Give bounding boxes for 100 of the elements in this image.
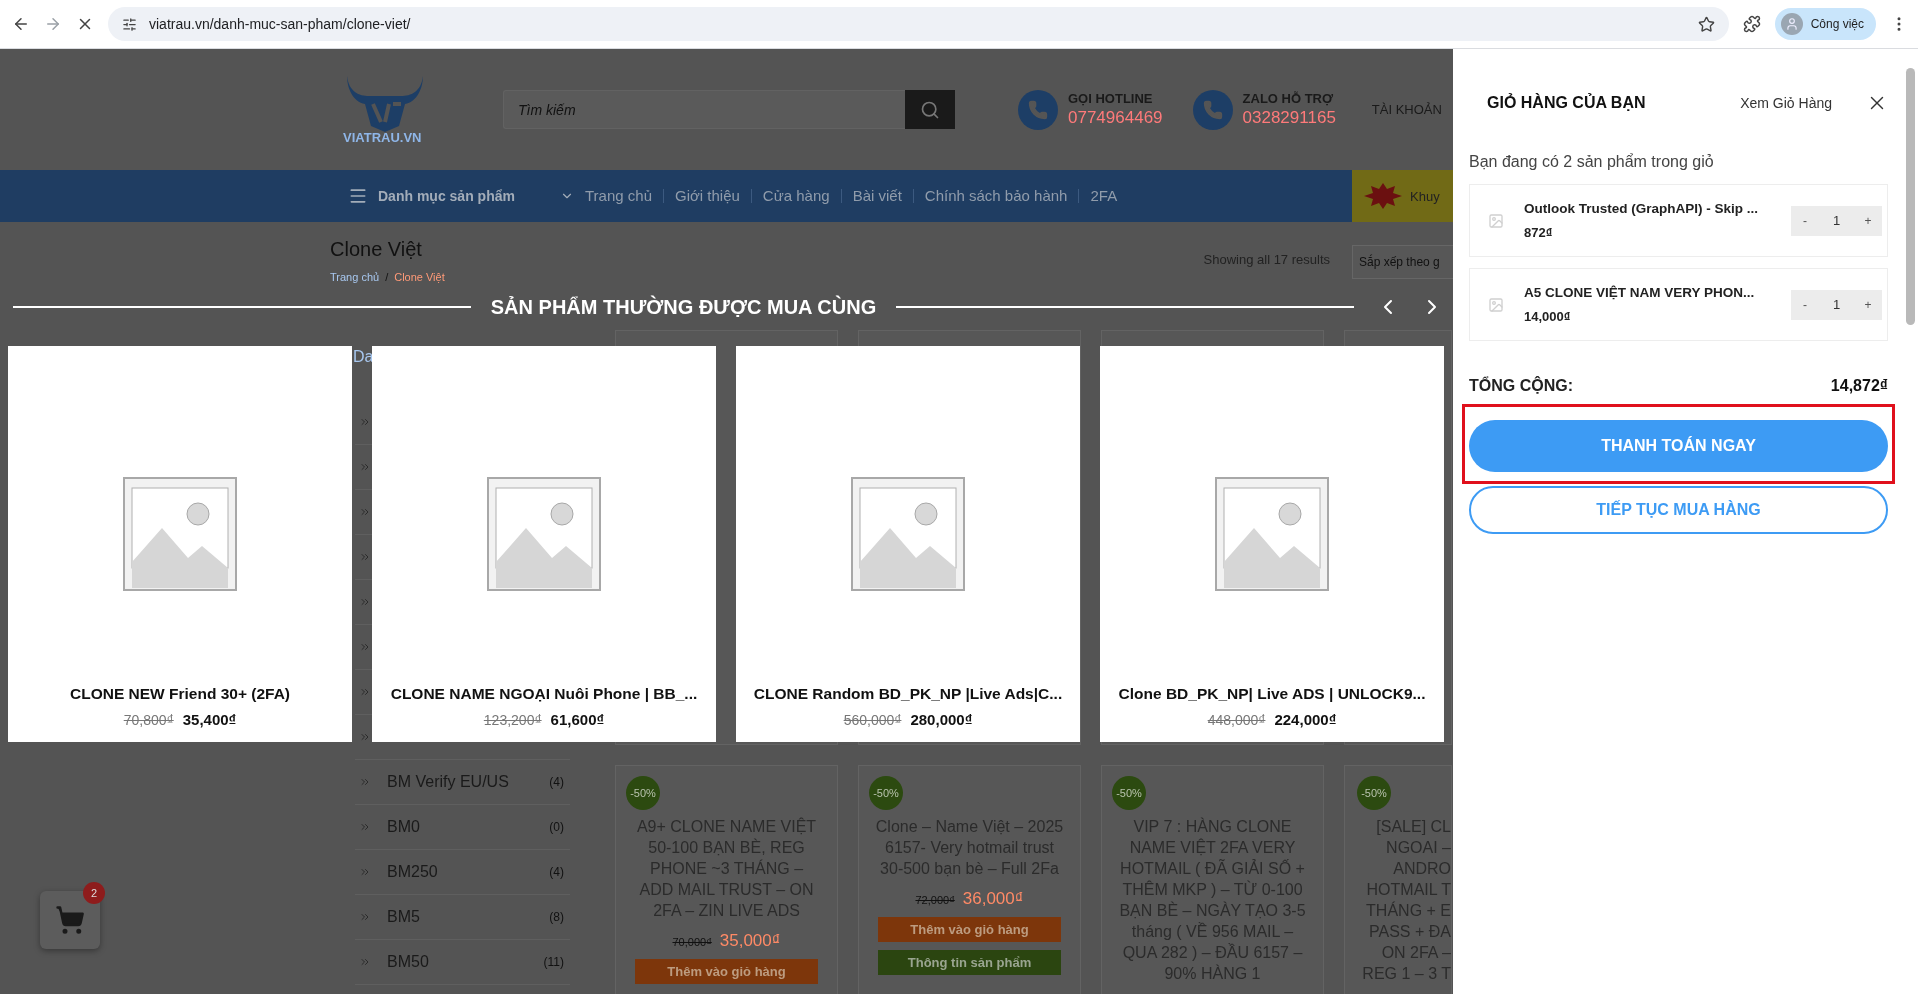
- promo-text: Khuy: [1410, 188, 1440, 204]
- related-products-title: SẢN PHẨM THƯỜNG ĐƯỢC MUA CÙNG: [490, 295, 877, 319]
- category-link[interactable]: BM250: [387, 863, 534, 881]
- add-to-cart-button[interactable]: Thêm vào giỏ hàng: [635, 959, 818, 984]
- scrollbar-thumb[interactable]: [1906, 68, 1915, 325]
- contact-number: 0774964469: [1068, 108, 1163, 128]
- extensions-icon[interactable]: [1742, 15, 1761, 33]
- nav-link[interactable]: Chính sách bảo hành: [912, 189, 1079, 203]
- category-count: (4): [549, 865, 565, 879]
- url-text: viatrau.vn/danh-muc-san-pham/clone-viet/: [149, 16, 412, 32]
- category-link[interactable]: BM Verify EU/US: [387, 773, 534, 791]
- sale-price: 36,000₫: [962, 889, 1024, 909]
- category-link[interactable]: BM50: [387, 953, 528, 971]
- nav-link[interactable]: Bài viết: [840, 189, 913, 203]
- nav-link[interactable]: Cửa hàng: [750, 189, 841, 203]
- double-chevron-icon: [359, 956, 371, 968]
- double-chevron-icon: [359, 686, 371, 698]
- checkout-button[interactable]: THANH TOÁN NGAY: [1469, 420, 1888, 472]
- quantity-value: 1: [1832, 213, 1841, 228]
- category-link[interactable]: BM5: [387, 908, 534, 926]
- phone-icon: [1018, 89, 1058, 130]
- continue-shopping-button[interactable]: TIẾP TỤC MUA HÀNG: [1469, 486, 1888, 534]
- profile-button[interactable]: Công việc: [1774, 8, 1876, 40]
- category-count: (0): [549, 820, 565, 834]
- product-name[interactable]: Clone BD_PK_NP| Live ADS | UNLOCK9...: [1118, 685, 1426, 703]
- product-name[interactable]: CLONE Random BD_PK_NP |Live Ads|C...: [753, 685, 1063, 703]
- image-placeholder-icon: [122, 475, 238, 592]
- cart-item-name: A5 CLONE VIỆT NAM VERY PHON...: [1524, 285, 1756, 300]
- old-price: 70,800₫: [123, 712, 174, 728]
- related-product-card[interactable]: CLONE NAME NGOẠI Nuôi Phone | BB_... 123,200₫ 61,600₫: [372, 346, 716, 742]
- breadcrumb-link[interactable]: Clone Việt: [394, 271, 445, 283]
- sale-price: 280,000₫: [910, 711, 973, 728]
- nav-link[interactable]: Trang chủ: [574, 189, 663, 203]
- cart-item-price: 872₫: [1524, 225, 1554, 240]
- image-placeholder-icon: [1488, 296, 1504, 313]
- add-to-cart-button[interactable]: Thêm vào giỏ hàng: [878, 917, 1061, 942]
- search-field[interactable]: Tìm kiếm: [503, 90, 905, 129]
- image-placeholder-icon: [486, 475, 602, 592]
- old-price: 448,000₫: [1207, 712, 1266, 728]
- image-placeholder-icon: [850, 475, 966, 592]
- page-title: Clone Việt: [330, 238, 423, 261]
- floating-cart-button[interactable]: [40, 891, 100, 949]
- double-chevron-icon: [359, 866, 371, 878]
- quantity-value: 1: [1832, 297, 1841, 312]
- view-cart-link[interactable]: Xem Giỏ Hàng: [1740, 95, 1832, 111]
- double-chevron-icon: [359, 506, 371, 518]
- related-product-card[interactable]: Clone BD_PK_NP| Live ADS | UNLOCK9... 448,000₫ 224,000₫: [1100, 346, 1444, 742]
- cart-item-name: Outlook Trusted (GraphAPI) - Skip ...: [1524, 201, 1759, 216]
- contact-label: ZALO HỖ TRỢ: [1242, 91, 1335, 106]
- nav-link[interactable]: 2FA: [1078, 189, 1129, 203]
- total-value: 14,872₫: [1830, 377, 1888, 395]
- account-link[interactable]: TÀI KHOẢN: [1371, 102, 1442, 117]
- decrement-button[interactable]: -: [1791, 289, 1819, 320]
- related-product-card[interactable]: CLONE NEW Friend 30+ (2FA) 70,800₫ 35,400₫: [8, 346, 352, 742]
- category-count: (8): [549, 910, 565, 924]
- bookmark-star-icon[interactable]: [1697, 15, 1715, 33]
- product-name[interactable]: CLONE NAME NGOẠI Nuôi Phone | BB_...: [390, 685, 698, 703]
- double-chevron-icon: [359, 596, 371, 608]
- category-menu[interactable]: Danh mục sản phẩm: [378, 188, 550, 204]
- site-settings-icon[interactable]: [122, 16, 137, 32]
- cart-count-badge: 2: [83, 882, 105, 904]
- promo-banner[interactable]: Khuy: [1352, 170, 1453, 222]
- forward-icon[interactable]: [44, 15, 62, 33]
- search-button[interactable]: [905, 90, 955, 129]
- sale-price: 61,600₫: [550, 711, 605, 728]
- old-price: 72,000₫: [915, 894, 955, 906]
- cart-title: GIỎ HÀNG CỦA BẠN: [1487, 94, 1647, 112]
- nav-link[interactable]: Giới thiệu: [663, 189, 751, 203]
- sort-dropdown[interactable]: Sắp xếp theo g: [1352, 245, 1453, 279]
- avatar-icon: [1780, 13, 1803, 35]
- image-placeholder-icon: [1488, 212, 1504, 229]
- old-price: 123,200₫: [483, 712, 542, 728]
- double-chevron-icon: [359, 641, 371, 653]
- increment-button[interactable]: +: [1854, 289, 1882, 320]
- double-chevron-icon: [359, 416, 371, 428]
- increment-button[interactable]: +: [1854, 205, 1882, 236]
- double-chevron-icon: [359, 461, 371, 473]
- search-icon: [920, 99, 940, 120]
- total-label: TỔNG CỘNG:: [1469, 377, 1573, 395]
- contact-number: 0328291165: [1242, 108, 1336, 128]
- double-chevron-icon: [359, 731, 371, 743]
- breadcrumb-link[interactable]: Trang chủ: [330, 271, 380, 283]
- back-icon[interactable]: [12, 15, 30, 33]
- menu-icon[interactable]: [348, 186, 368, 206]
- sidebar-heading: Da: [353, 348, 374, 365]
- discount-badge: -50%: [1112, 776, 1146, 810]
- sale-price: 224,000₫: [1274, 711, 1337, 728]
- related-product-card[interactable]: CLONE Random BD_PK_NP |Live Ads|C... 560,000₫ 280,000₫: [736, 346, 1080, 742]
- product-info-button[interactable]: Thông tin sản phẩm: [878, 950, 1061, 975]
- double-chevron-icon: [359, 776, 371, 788]
- old-price: 560,000₫: [843, 712, 902, 728]
- logo-text: VIATRAU.VN: [343, 130, 422, 145]
- category-link[interactable]: BM0: [387, 818, 534, 836]
- discount-badge: -50%: [869, 776, 903, 810]
- phone-icon: [1192, 89, 1233, 130]
- decrement-button[interactable]: -: [1791, 205, 1819, 236]
- category-count: (11): [543, 955, 565, 969]
- address-bar[interactable]: viatrau.vn/danh-muc-san-pham/clone-viet/: [108, 7, 1729, 41]
- discount-badge: -50%: [626, 776, 660, 810]
- product-name[interactable]: CLONE NEW Friend 30+ (2FA): [69, 685, 290, 703]
